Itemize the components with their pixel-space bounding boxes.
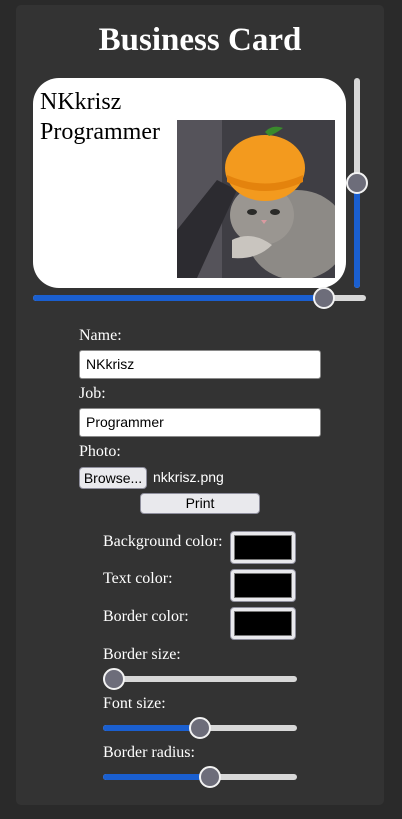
card-name: NKkrisz <box>40 89 122 115</box>
name-label: Name: <box>79 327 122 344</box>
font-size-label: Font size: <box>103 695 166 712</box>
background-color-swatch <box>234 535 292 560</box>
border-color-picker[interactable] <box>230 607 296 640</box>
card-height-slider[interactable] <box>346 78 368 288</box>
text-color-picker[interactable] <box>230 569 296 602</box>
selected-file-name: nkkrisz.png <box>153 469 224 485</box>
name-input[interactable]: NKkrisz <box>79 350 321 379</box>
font-size-slider-thumb[interactable] <box>189 717 211 739</box>
border-color-swatch <box>234 611 292 636</box>
background-color-label: Background color: <box>103 533 223 550</box>
print-button[interactable]: Print <box>140 493 260 514</box>
page-title: Business Card <box>98 22 302 58</box>
text-color-swatch <box>234 573 292 598</box>
border-size-slider[interactable] <box>103 668 297 690</box>
card-width-slider[interactable] <box>33 287 366 309</box>
card-job: Programmer <box>40 119 160 145</box>
card-width-slider-thumb[interactable] <box>312 287 335 309</box>
background-color-picker[interactable] <box>230 531 296 564</box>
border-radius-slider[interactable] <box>103 766 297 788</box>
border-color-label: Border color: <box>103 608 189 625</box>
card-width-slider-fill <box>33 295 324 301</box>
border-size-slider-thumb[interactable] <box>103 668 125 690</box>
cat-photo-image <box>177 120 335 278</box>
border-radius-label: Border radius: <box>103 744 195 761</box>
card-photo <box>177 120 335 278</box>
font-size-slider[interactable] <box>103 717 297 739</box>
card-height-slider-thumb[interactable] <box>346 172 368 194</box>
browse-button[interactable]: Browse... <box>79 467 147 489</box>
text-color-label: Text color: <box>103 570 173 587</box>
font-size-slider-fill <box>103 725 200 731</box>
job-input[interactable]: Programmer <box>79 408 321 437</box>
border-radius-slider-fill <box>103 774 211 780</box>
job-label: Job: <box>79 385 106 402</box>
business-card-preview: NKkrisz Programmer <box>33 78 346 288</box>
card-height-slider-fill <box>354 183 360 288</box>
photo-label: Photo: <box>79 443 121 460</box>
border-size-label: Border size: <box>103 646 181 663</box>
